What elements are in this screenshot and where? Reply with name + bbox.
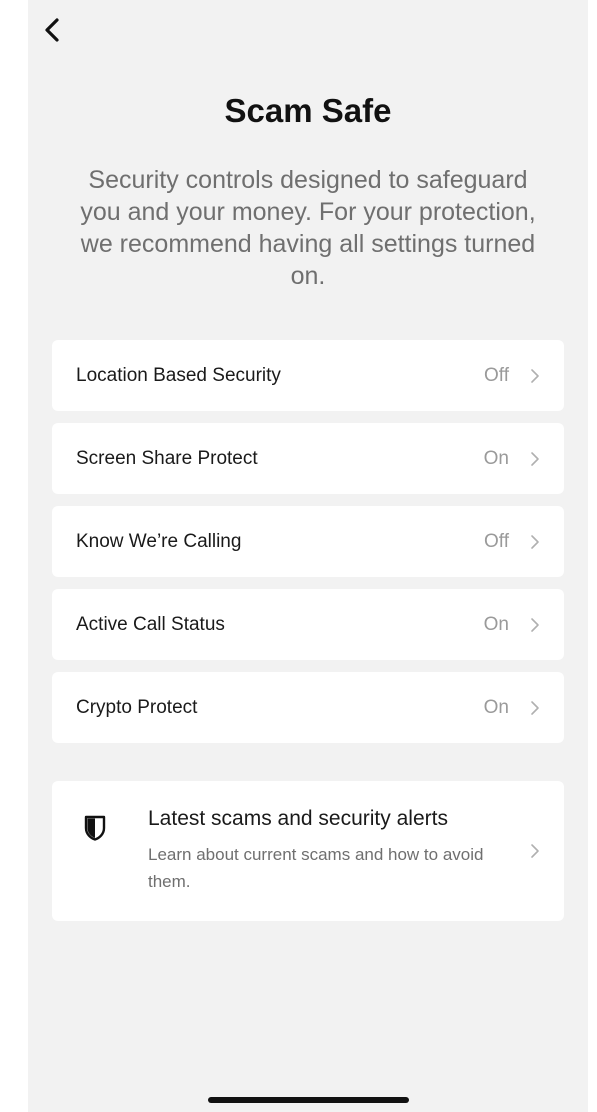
setting-label: Active Call Status bbox=[76, 613, 225, 635]
chevron-right-icon bbox=[531, 534, 539, 549]
scam-alerts-card[interactable]: Latest scams and security alerts Learn a… bbox=[52, 781, 564, 921]
setting-status: On bbox=[483, 447, 509, 469]
alerts-title: Latest scams and security alerts bbox=[148, 807, 448, 830]
setting-active-call-status[interactable]: Active Call Status On bbox=[52, 589, 564, 660]
chevron-right-icon bbox=[531, 368, 539, 383]
setting-status: Off bbox=[484, 530, 509, 552]
back-button[interactable] bbox=[34, 12, 70, 48]
setting-status: Off bbox=[484, 364, 509, 386]
chevron-right-icon bbox=[531, 617, 539, 632]
scam-safe-screen: Scam Safe Security controls designed to … bbox=[28, 0, 588, 1112]
chevron-right-icon bbox=[531, 451, 539, 466]
setting-know-were-calling[interactable]: Know We’re Calling Off bbox=[52, 506, 564, 577]
chevron-left-icon bbox=[45, 18, 59, 42]
setting-label: Screen Share Protect bbox=[76, 447, 258, 469]
settings-list: Location Based Security Off Screen Share… bbox=[52, 340, 564, 755]
chevron-right-icon bbox=[531, 844, 539, 858]
setting-crypto-protect[interactable]: Crypto Protect On bbox=[52, 672, 564, 743]
setting-screen-share-protect[interactable]: Screen Share Protect On bbox=[52, 423, 564, 494]
setting-label: Know We’re Calling bbox=[76, 530, 242, 552]
shield-icon bbox=[84, 815, 106, 841]
alerts-description: Learn about current scams and how to avo… bbox=[148, 845, 484, 891]
page-title: Scam Safe bbox=[224, 92, 392, 129]
chevron-right-icon bbox=[531, 700, 539, 715]
page-subtitle: Security controls designed to safeguard … bbox=[80, 166, 536, 290]
setting-label: Location Based Security bbox=[76, 364, 281, 386]
setting-status: On bbox=[483, 696, 509, 718]
setting-location-based-security[interactable]: Location Based Security Off bbox=[52, 340, 564, 411]
setting-label: Crypto Protect bbox=[76, 696, 198, 718]
home-indicator bbox=[208, 1097, 409, 1103]
setting-status: On bbox=[483, 613, 509, 635]
